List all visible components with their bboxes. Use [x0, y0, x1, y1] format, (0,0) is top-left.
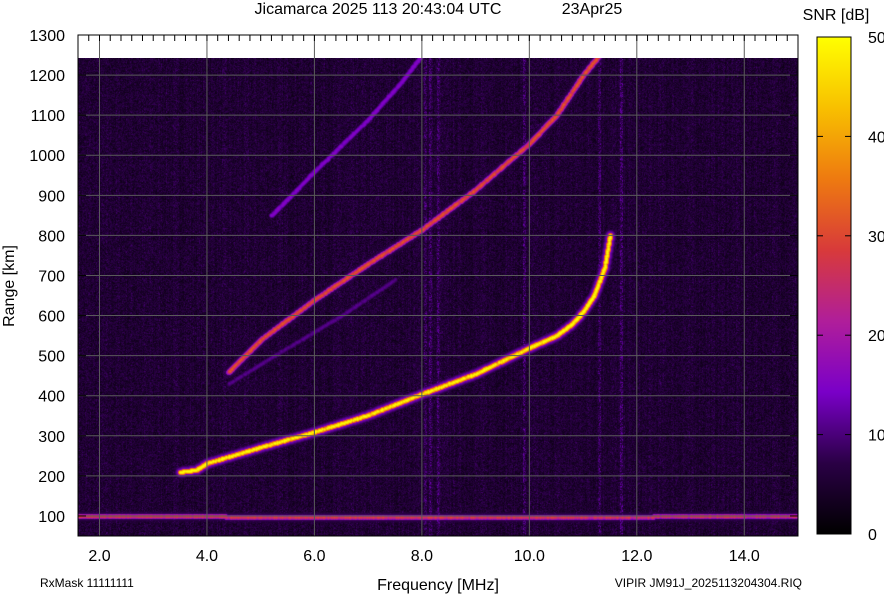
x-tick-label: 4.0 — [196, 548, 218, 565]
ionogram-figure: Jicamarca 2025 113 20:43:04 UTC 23Apr25 … — [1, 1, 884, 594]
y-tick-label: 300 — [38, 429, 65, 446]
y-tick-label: 700 — [38, 268, 65, 285]
y-tick-label: 500 — [38, 349, 65, 366]
x-tick-label: 8.0 — [411, 548, 433, 565]
y-tick-label: 600 — [38, 309, 65, 326]
colorbar-tick-label: 40 — [868, 129, 884, 146]
y-tick-label: 200 — [38, 469, 65, 486]
y-tick-label: 1100 — [31, 108, 66, 125]
colorbar-label: SNR [dB] — [803, 7, 870, 24]
y-tick-label: 900 — [38, 188, 65, 205]
x-tick-label: 14.0 — [729, 548, 760, 565]
y-tick-label: 400 — [38, 389, 65, 406]
colorbar-tick-label: 50 — [868, 30, 884, 47]
x-tick-label: 6.0 — [303, 548, 325, 565]
y-tick-label: 1200 — [29, 68, 65, 85]
x-tick-label: 10.0 — [514, 548, 545, 565]
x-tick-label: 12.0 — [621, 548, 652, 565]
chart-title: Jicamarca 2025 113 20:43:04 UTC — [255, 1, 502, 18]
y-tick-label: 1000 — [29, 148, 65, 165]
x-tick-label: 2.0 — [88, 548, 110, 565]
ionogram-heatmap — [78, 58, 798, 536]
date-label: 23Apr25 — [562, 1, 623, 18]
y-tick-label: 800 — [38, 228, 65, 245]
x-axis-label: Frequency [MHz] — [377, 577, 499, 594]
colorbar-tick-label: 10 — [868, 428, 884, 445]
footer-rxmask: RxMask 11111111 — [40, 576, 134, 590]
colorbar-tick-label: 20 — [868, 328, 884, 345]
colorbar-tick-label: 30 — [868, 229, 884, 246]
y-tick-label: 100 — [38, 509, 65, 526]
colorbar — [816, 36, 852, 535]
y-tick-label: 1300 — [29, 28, 65, 45]
footer-filename: VIPIR JM91J_2025113204304.RIQ — [615, 576, 802, 590]
colorbar-tick-label: 0 — [868, 527, 877, 544]
y-axis-label: Range [km] — [1, 245, 18, 327]
